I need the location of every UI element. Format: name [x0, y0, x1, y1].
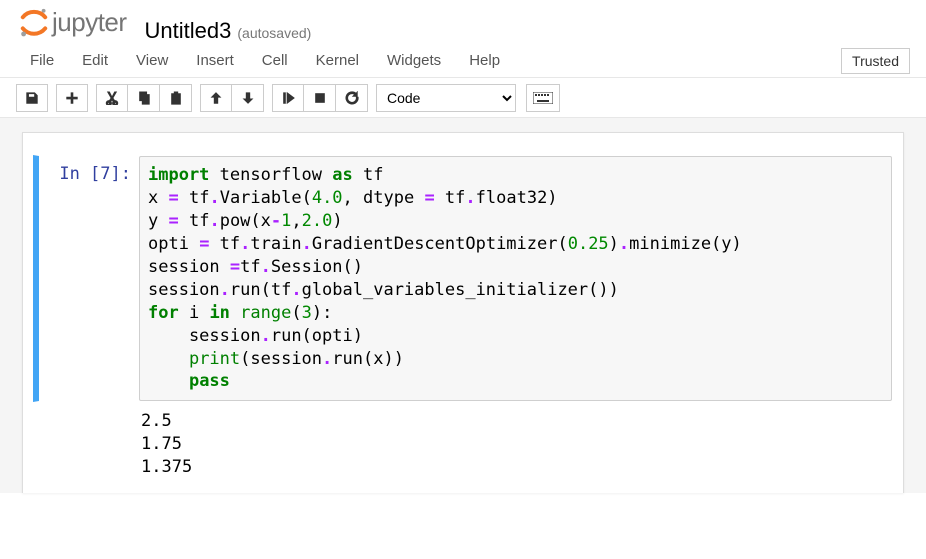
menu-insert[interactable]: Insert	[182, 46, 248, 75]
run-icon	[281, 91, 295, 105]
menu-bar: File Edit View Insert Cell Kernel Widget…	[0, 44, 926, 78]
code-cell[interactable]: In [7]: import tensorflow as tf x = tf.V…	[33, 155, 893, 402]
save-icon	[25, 91, 39, 105]
output-prompt-spacer	[33, 402, 133, 483]
autosave-status: (autosaved)	[237, 25, 311, 41]
add-cell-button[interactable]	[56, 84, 88, 112]
notebook-container-bg: In [7]: import tensorflow as tf x = tf.V…	[0, 118, 926, 493]
menu-help[interactable]: Help	[455, 46, 514, 75]
menu-cell[interactable]: Cell	[248, 46, 302, 75]
jupyter-logo[interactable]: jupyter	[18, 6, 127, 38]
save-button[interactable]	[16, 84, 48, 112]
copy-icon	[137, 91, 151, 105]
command-palette-button[interactable]	[526, 84, 560, 112]
stop-icon	[313, 91, 327, 105]
run-button[interactable]	[272, 84, 304, 112]
notebook-header: jupyter Untitled3 (autosaved)	[0, 0, 926, 44]
toolbar: Code	[0, 78, 926, 118]
restart-icon	[345, 91, 359, 105]
jupyter-logo-icon	[18, 6, 50, 38]
cut-icon	[105, 91, 119, 105]
menu-file[interactable]: File	[16, 46, 68, 75]
plus-icon	[65, 91, 79, 105]
cut-button[interactable]	[96, 84, 128, 112]
keyboard-icon	[533, 92, 553, 104]
arrow-up-icon	[209, 91, 223, 105]
copy-button[interactable]	[128, 84, 160, 112]
input-prompt: In [7]:	[39, 156, 139, 401]
paste-button[interactable]	[160, 84, 192, 112]
arrow-down-icon	[241, 91, 255, 105]
trusted-indicator[interactable]: Trusted	[841, 48, 910, 74]
restart-button[interactable]	[336, 84, 368, 112]
cell-type-select[interactable]: Code	[376, 84, 516, 112]
menu-widgets[interactable]: Widgets	[373, 46, 455, 75]
output-row: 2.5 1.75 1.375	[33, 402, 893, 483]
menu-edit[interactable]: Edit	[68, 46, 122, 75]
paste-icon	[169, 91, 183, 105]
notebook-container: In [7]: import tensorflow as tf x = tf.V…	[22, 132, 904, 493]
code-input-area[interactable]: import tensorflow as tf x = tf.Variable(…	[139, 156, 892, 401]
move-down-button[interactable]	[232, 84, 264, 112]
interrupt-button[interactable]	[304, 84, 336, 112]
cell-output: 2.5 1.75 1.375	[133, 402, 893, 483]
move-up-button[interactable]	[200, 84, 232, 112]
jupyter-logo-text: jupyter	[52, 7, 127, 38]
menu-view[interactable]: View	[122, 46, 182, 75]
notebook-title[interactable]: Untitled3	[145, 18, 232, 44]
menu-kernel[interactable]: Kernel	[302, 46, 373, 75]
